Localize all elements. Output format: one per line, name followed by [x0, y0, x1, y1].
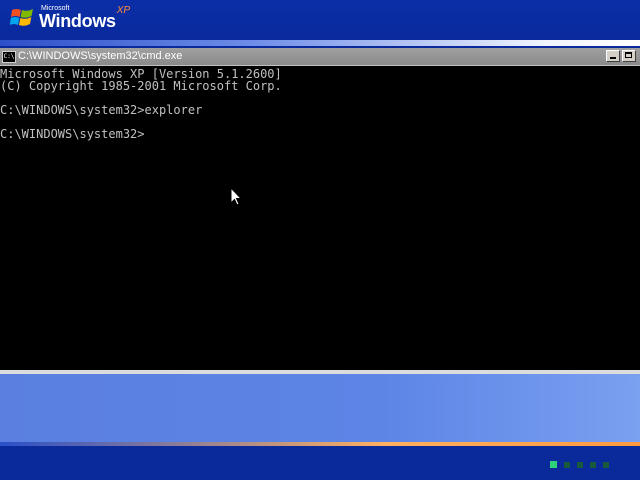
progress-dot: [590, 461, 596, 468]
progress-dot: [577, 461, 583, 468]
window-title: C:\WINDOWS\system32\cmd.exe: [18, 50, 183, 62]
lower-band: [0, 374, 640, 444]
maximize-button[interactable]: [622, 50, 636, 62]
cmd-window[interactable]: C:\ C:\WINDOWS\system32\cmd.exe Microsof…: [0, 48, 640, 372]
bottom-band: [0, 446, 640, 480]
title-bar[interactable]: C:\ C:\WINDOWS\system32\cmd.exe: [0, 48, 640, 66]
top-stripe: [0, 40, 640, 46]
progress-dot: [603, 461, 609, 468]
progress-dot: [564, 461, 570, 468]
console-line: C:\WINDOWS\system32>explorer: [0, 103, 203, 117]
windows-xp-logo: Microsoft WindowsXP: [10, 4, 130, 32]
console-app-icon[interactable]: C:\: [2, 51, 16, 63]
loading-progress: [550, 461, 609, 468]
console-line: (C) Copyright 1985-2001 Microsoft Corp.: [0, 79, 282, 93]
minimize-button[interactable]: [606, 50, 620, 62]
console-prompt[interactable]: C:\WINDOWS\system32>: [0, 128, 640, 140]
progress-dot: [550, 461, 557, 468]
console-output[interactable]: Microsoft Windows XP [Version 5.1.2600] …: [0, 68, 640, 368]
logo-windows-text: Windows: [39, 11, 116, 31]
logo-xp-text: XP: [116, 5, 131, 16]
windows-flag-icon: [10, 9, 33, 26]
mouse-pointer-icon: [230, 187, 242, 206]
logo-text: Microsoft WindowsXP: [39, 4, 131, 31]
